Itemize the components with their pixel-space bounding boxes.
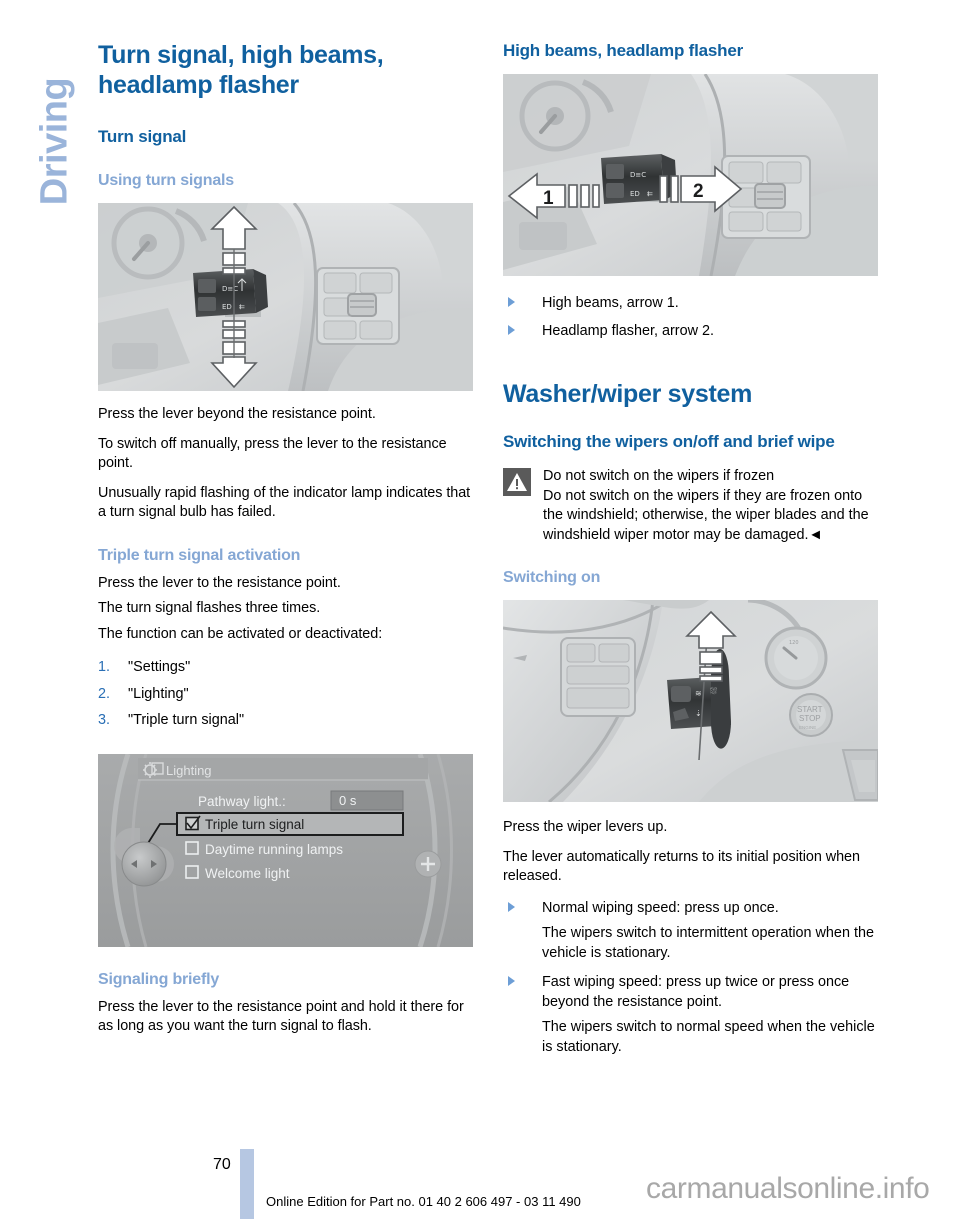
svg-text:⇇: ⇇ bbox=[647, 190, 653, 198]
step-label: "Settings" bbox=[128, 659, 191, 675]
paragraph-press-wiper-levers: Press the wiper levers up. bbox=[503, 819, 668, 835]
paragraph-press-lever-resistance: Press the lever to the resistance point. bbox=[98, 574, 341, 591]
svg-text:⇣: ⇣ bbox=[695, 709, 702, 718]
list-item: 3. "Triple turn signal" bbox=[98, 711, 473, 731]
paragraph-lever-returns: The lever automatically returns to its i… bbox=[503, 848, 860, 885]
svg-text:START: START bbox=[797, 705, 823, 714]
paragraph-switch-off-manually: To switch off manually, press the lever … bbox=[98, 435, 447, 472]
triangle-bullet-icon bbox=[508, 976, 515, 986]
subsection-heading-switching-on: Switching on bbox=[503, 569, 601, 586]
paragraph-signaling-briefly: Press the lever to the resistance point … bbox=[98, 998, 464, 1035]
svg-text:Pathway light.:: Pathway light.: bbox=[198, 794, 286, 809]
triangle-bullet-icon bbox=[508, 297, 515, 307]
step-label: "Lighting" bbox=[128, 685, 189, 702]
list-item: High beams, arrow 1. bbox=[503, 294, 878, 314]
svg-text:0 s: 0 s bbox=[339, 793, 357, 808]
edition-notice: Online Edition for Part no. 01 40 2 606 … bbox=[266, 1194, 581, 1209]
right-column: High beams, headlamp flasher D≡C ED ⇇ 1 … bbox=[503, 40, 878, 1065]
step-number: 3. bbox=[98, 712, 111, 728]
section-heading-high-beams: High beams, headlamp flasher bbox=[503, 41, 744, 60]
bullet-text: Headlamp flasher, arrow 2. bbox=[542, 322, 714, 339]
watermark: carmanualsonline.info bbox=[646, 1172, 930, 1205]
section-heading-turn-signal: Turn signal bbox=[98, 127, 187, 146]
svg-text:ED: ED bbox=[630, 190, 640, 198]
subsection-heading-signaling-briefly: Signaling briefly bbox=[98, 970, 220, 988]
svg-text:Welcome light: Welcome light bbox=[205, 866, 290, 881]
bullets-high-beams: High beams, arrow 1. Headlamp flasher, a… bbox=[503, 294, 878, 341]
svg-text:ED: ED bbox=[222, 303, 232, 311]
bullet-text: Normal wiping speed: press up once. bbox=[542, 899, 779, 916]
warning-body: Do not switch on the wipers if they are … bbox=[543, 487, 869, 543]
bullet-text: High beams, arrow 1. bbox=[542, 295, 679, 311]
subsection-heading-using-turn-signals: Using turn signals bbox=[98, 172, 234, 189]
triangle-bullet-icon bbox=[508, 324, 515, 335]
footer-accent-bar bbox=[240, 1149, 254, 1219]
paragraph-function-activated: The function can be activated or deactiv… bbox=[98, 625, 383, 642]
warning-block: Do not switch on the wipers if frozen Do… bbox=[503, 467, 878, 545]
warning-heading: Do not switch on the wipers if frozen bbox=[543, 468, 775, 484]
section-title-washer-wiper: Washer/wiper system bbox=[503, 380, 753, 408]
bullet-text: Fast wiping speed: press up twice or pre… bbox=[542, 974, 850, 1010]
subsection-heading-switching-wipers: Switching the wipers on/off and brief wi… bbox=[503, 432, 835, 451]
chapter-tab-label: Driving bbox=[33, 77, 76, 206]
svg-text:≋: ≋ bbox=[695, 689, 702, 698]
callout-1: 1 bbox=[543, 188, 554, 209]
step-number: 2. bbox=[98, 685, 111, 702]
list-item: 1. "Settings" bbox=[98, 658, 473, 678]
svg-text:ENGINE: ENGINE bbox=[799, 725, 816, 730]
bullet-continuation: The wipers switch to normal speed when t… bbox=[542, 1019, 875, 1055]
svg-text:Lighting: Lighting bbox=[166, 763, 212, 778]
step-number: 1. bbox=[98, 659, 111, 675]
svg-text:Triple turn signal: Triple turn signal bbox=[205, 817, 304, 832]
bullet-continuation: The wipers switch to intermittent operat… bbox=[542, 925, 874, 961]
page-title: Turn signal, high beams, headlamp flashe… bbox=[98, 41, 384, 99]
svg-text:⛆: ⛆ bbox=[710, 686, 717, 697]
svg-text:120: 120 bbox=[789, 640, 799, 646]
list-item: Headlamp flasher, arrow 2. bbox=[503, 322, 878, 342]
warning-triangle-icon bbox=[503, 468, 531, 496]
svg-text:⇇: ⇇ bbox=[239, 303, 245, 311]
figure-idrive-lighting-menu: Lighting Pathway light.: 0 s Triple turn… bbox=[98, 753, 473, 947]
paragraph-flashes-three-times: The turn signal flashes three times. bbox=[98, 600, 321, 616]
list-item: Normal wiping speed: press up once. The … bbox=[503, 899, 878, 964]
bullets-wiper-speeds: Normal wiping speed: press up once. The … bbox=[503, 899, 878, 1058]
figure-wiper-lever: 120 START STOP ENGINE ≋ ⇣ ⛆ bbox=[503, 600, 878, 802]
figure-turn-signal-lever: D≡C ED ⇇ bbox=[98, 203, 473, 391]
figure-high-beams-lever: D≡C ED ⇇ 1 2 bbox=[503, 74, 878, 276]
paragraph-press-lever-beyond: Press the lever beyond the resistance po… bbox=[98, 406, 376, 422]
triangle-bullet-icon bbox=[508, 901, 515, 912]
chapter-tab: Driving bbox=[0, 0, 92, 1140]
callout-2: 2 bbox=[693, 181, 704, 202]
paragraph-rapid-flashing: Unusually rapid flashing of the indicato… bbox=[98, 484, 471, 521]
steps-list: 1. "Settings" 2. "Lighting" 3. "Triple t… bbox=[98, 658, 473, 731]
step-label: "Triple turn signal" bbox=[128, 712, 245, 728]
subsection-heading-triple-turn-signal: Triple turn signal activation bbox=[98, 546, 301, 564]
svg-text:Daytime running lamps: Daytime running lamps bbox=[205, 842, 343, 857]
svg-text:D≡C: D≡C bbox=[222, 285, 238, 293]
list-item: 2. "Lighting" bbox=[98, 685, 473, 705]
list-item: Fast wiping speed: press up twice or pre… bbox=[503, 973, 878, 1057]
svg-text:STOP: STOP bbox=[799, 714, 821, 723]
page-number: 70 bbox=[213, 1156, 231, 1173]
svg-text:D≡C: D≡C bbox=[630, 171, 646, 179]
left-column: Turn signal, high beams, headlamp flashe… bbox=[98, 40, 473, 1037]
